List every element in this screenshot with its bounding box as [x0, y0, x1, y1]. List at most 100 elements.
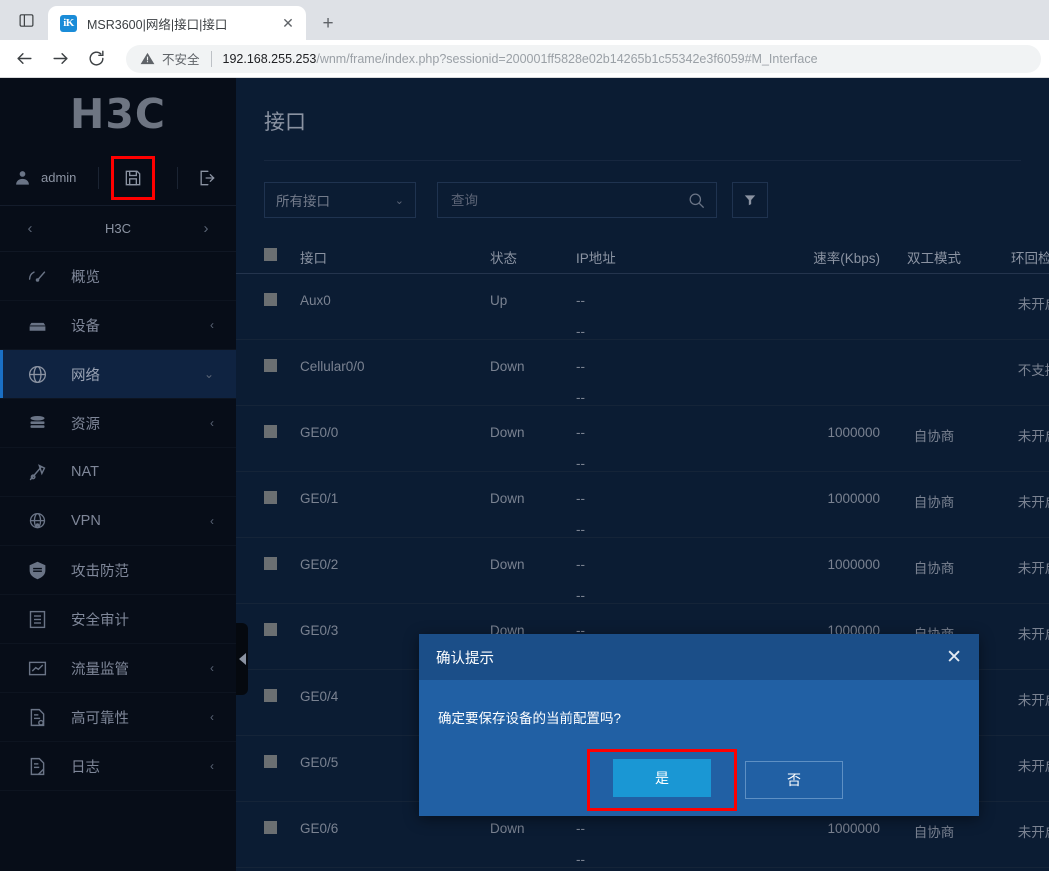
device-prev-icon[interactable]: ‹: [22, 220, 38, 237]
floppy-save-icon: [126, 170, 141, 185]
new-tab-button[interactable]: +: [314, 9, 342, 37]
row-checkbox[interactable]: [264, 689, 277, 702]
cell-interface: Aux0: [300, 293, 331, 308]
reload-icon[interactable]: [80, 43, 112, 75]
search-icon[interactable]: [687, 191, 706, 210]
table-row[interactable]: GE0/2 Down -- -- 1000000 自协商 未开启: [236, 538, 1049, 604]
cell-loopback: 未开启: [1017, 627, 1049, 642]
cell-ip: -- --: [576, 293, 766, 339]
chevron-left-icon: ‹: [210, 759, 214, 773]
confirm-no-button[interactable]: 否: [745, 761, 843, 799]
search-box[interactable]: [437, 182, 717, 218]
sidebar-collapse-handle[interactable]: [236, 623, 248, 695]
sidebar-item-label: 流量监管: [71, 661, 129, 678]
sidebar-nav: 概览 设备 ‹ 网络 ⌄ 资源 ‹ NAT VPN ‹ 攻击防范 安全审计 流量…: [0, 252, 236, 791]
sidebar-item-security-audit[interactable]: 安全审计: [0, 595, 236, 644]
cell-ip-line2: --: [576, 324, 585, 339]
logout-button[interactable]: [192, 163, 222, 193]
cell-status: Down: [490, 359, 525, 374]
search-input[interactable]: [451, 192, 687, 208]
column-header-rate[interactable]: 速率(Kbps): [766, 247, 880, 267]
filter-funnel-icon: [744, 195, 756, 206]
cell-interface: GE0/1: [300, 491, 339, 506]
cell-ip: -- --: [576, 425, 766, 471]
sidebar-item-high-reliability[interactable]: 高可靠性 ‹: [0, 693, 236, 742]
table-row[interactable]: GE0/1 Down -- -- 1000000 自协商 未开启: [236, 472, 1049, 538]
cell-interface: GE0/6: [300, 821, 339, 836]
chevron-left-icon: ‹: [210, 318, 214, 332]
row-checkbox[interactable]: [264, 821, 277, 834]
row-checkbox[interactable]: [264, 359, 277, 372]
confirm-yes-button[interactable]: 是: [613, 759, 711, 797]
cell-interface: Cellular0/0: [300, 359, 365, 374]
chevron-left-icon: ‹: [210, 661, 214, 675]
row-checkbox[interactable]: [264, 491, 277, 504]
omnibox-divider: [210, 50, 212, 67]
cell-loopback: 未开启: [1017, 759, 1049, 774]
filter-button[interactable]: [732, 182, 768, 218]
dialog-header: 确认提示 ✕: [419, 634, 979, 680]
row-checkbox[interactable]: [264, 425, 277, 438]
user-icon: [16, 171, 29, 185]
sidebar-item-network[interactable]: 网络 ⌄: [0, 350, 236, 399]
sidebar-item-resource[interactable]: 资源 ‹: [0, 399, 236, 448]
sidebar-item-vpn[interactable]: VPN ‹: [0, 497, 236, 546]
sidebar-item-overview[interactable]: 概览: [0, 252, 236, 301]
table-row[interactable]: Aux0 Up -- -- 未开启: [236, 274, 1049, 340]
sidebar-item-nat[interactable]: NAT: [0, 448, 236, 497]
sidebar-item-log[interactable]: 日志 ‹: [0, 742, 236, 791]
row-checkbox[interactable]: [264, 557, 277, 570]
column-header-status[interactable]: 状态: [490, 247, 576, 267]
content-toolbar: 所有接口 ⌄: [236, 161, 1049, 218]
column-header-interface[interactable]: 接口: [300, 247, 490, 267]
save-config-button[interactable]: [111, 155, 156, 200]
sidebar-item-traffic-monitor[interactable]: 流量监管 ‹: [0, 644, 236, 693]
sidebar-item-attack-defense[interactable]: 攻击防范: [0, 546, 236, 595]
row-checkbox[interactable]: [264, 293, 277, 306]
audit-icon: [26, 608, 48, 630]
chart-trend-icon: [26, 657, 48, 679]
cell-status: Down: [490, 557, 525, 572]
device-next-icon[interactable]: ›: [198, 220, 214, 237]
column-header-loopback[interactable]: 环回检测: [988, 247, 1049, 267]
browser-tab[interactable]: iK MSR3600|网络|接口|接口 ✕: [48, 6, 306, 40]
cell-rate: 1000000: [827, 557, 880, 572]
row-checkbox-cell: [264, 821, 300, 839]
sidebar-item-label: 高可靠性: [71, 710, 129, 727]
cell-duplex: 自协商: [913, 561, 955, 576]
chevron-down-icon: ⌄: [203, 367, 214, 381]
cell-ip: -- --: [576, 821, 766, 867]
table-row[interactable]: Cellular0/0 Down -- -- 不支持: [236, 340, 1049, 406]
row-checkbox[interactable]: [264, 623, 277, 636]
database-icon: [26, 412, 48, 434]
row-checkbox-cell: [264, 755, 300, 773]
row-checkbox-cell: [264, 689, 300, 707]
dialog-actions: 是 否: [419, 749, 979, 811]
table-row[interactable]: GE0/0 Down -- -- 1000000 自协商 未开启: [236, 406, 1049, 472]
row-checkbox[interactable]: [264, 755, 277, 768]
cell-loopback: 未开启: [1017, 825, 1049, 840]
url-host: 192.168.255.253: [222, 51, 317, 66]
column-header-ip[interactable]: IP地址: [576, 247, 766, 267]
column-header-duplex[interactable]: 双工模式: [880, 247, 988, 267]
close-icon[interactable]: ✕: [946, 647, 962, 667]
sidebar-item-label: VPN: [71, 513, 101, 529]
sidebar-item-device[interactable]: 设备 ‹: [0, 301, 236, 350]
cell-duplex: 自协商: [913, 825, 955, 840]
cell-status: Down: [490, 425, 525, 440]
row-checkbox-cell: [264, 491, 300, 509]
cell-status: Down: [490, 821, 525, 836]
close-icon[interactable]: ✕: [278, 13, 298, 33]
cell-loopback: 未开启: [1017, 561, 1049, 576]
interface-scope-select[interactable]: 所有接口 ⌄: [264, 182, 416, 218]
back-icon[interactable]: [8, 43, 40, 75]
cell-rate: 1000000: [827, 821, 880, 836]
cell-ip-line2: --: [576, 456, 585, 471]
cell-ip-line2: --: [576, 522, 585, 537]
forward-icon[interactable]: [44, 43, 76, 75]
tab-list-icon[interactable]: [8, 0, 44, 40]
select-all-checkbox[interactable]: [264, 247, 277, 261]
sidebar-item-label: NAT: [71, 464, 99, 480]
cell-rate: 1000000: [827, 425, 880, 440]
address-bar[interactable]: 不安全 192.168.255.253/wnm/frame/index.php?…: [126, 44, 1041, 73]
